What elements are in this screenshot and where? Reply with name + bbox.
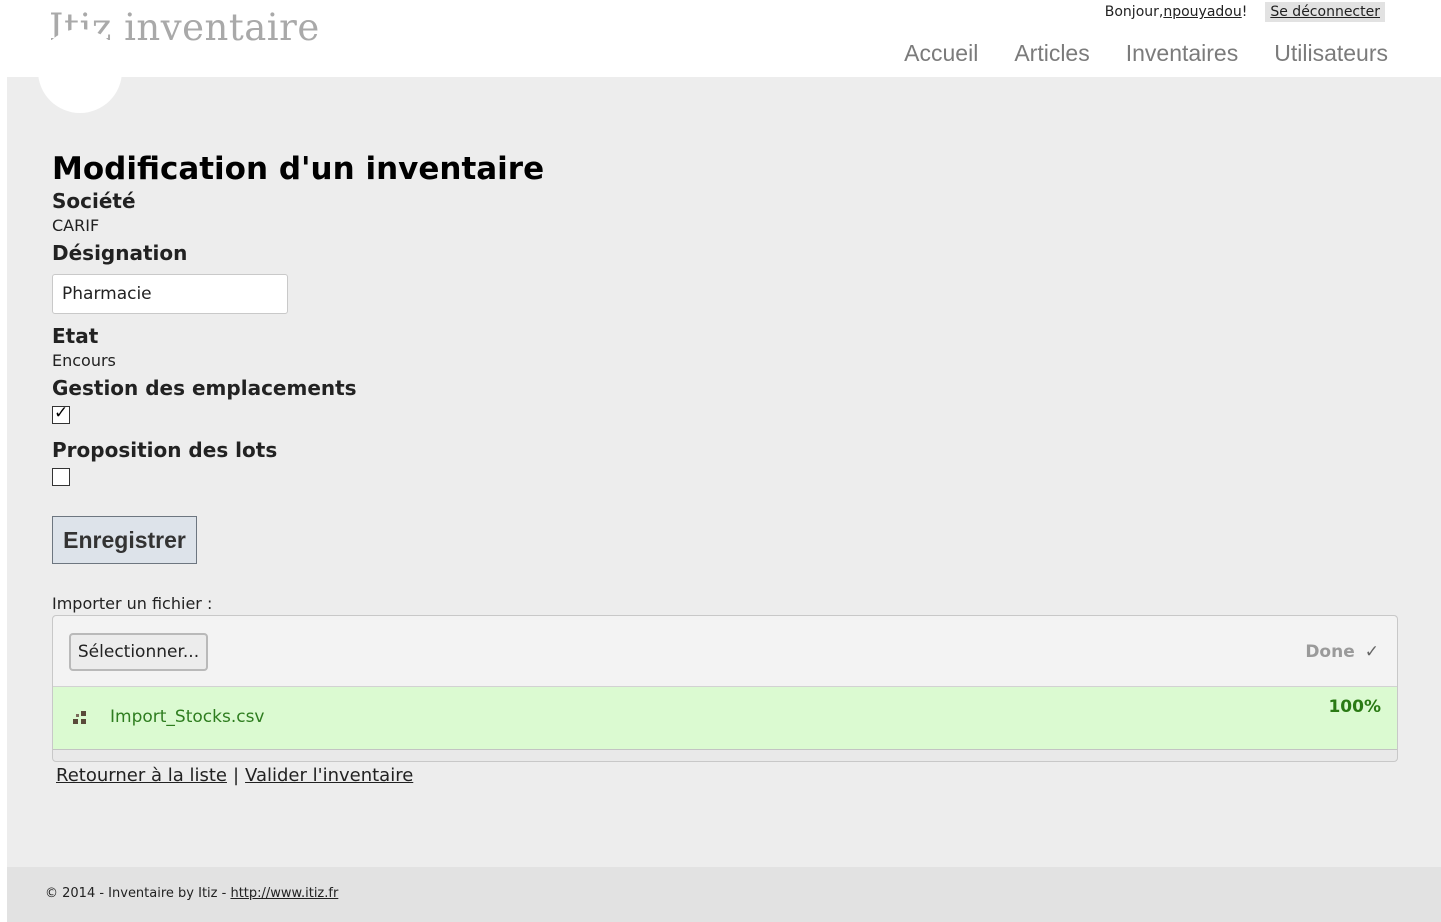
bottom-links: Retourner à la liste | Valider l'inventair… — [56, 765, 1402, 786]
main-nav: Accueil Articles Inventaires Utilisateur… — [904, 40, 1388, 67]
file-upload-widget: Sélectionner... Done ✓ Import_Stocks.csv … — [52, 615, 1398, 762]
emplacements-checkbox[interactable]: ✓ — [52, 403, 70, 424]
back-to-list-link[interactable]: Retourner à la liste — [56, 765, 227, 786]
greeting-suffix: ! — [1241, 4, 1248, 20]
greeting-text: Bonjour, — [1104, 4, 1164, 20]
edit-form: Modification d'un inventaire Société CAR… — [52, 151, 1402, 786]
check-icon: ✓ — [1364, 642, 1379, 662]
file-status-icon — [73, 711, 86, 724]
designation-label: Désignation — [52, 241, 188, 265]
upload-status-text: Done — [1305, 642, 1355, 662]
emplacements-label: Gestion des emplacements — [52, 376, 357, 400]
import-label: Importer un fichier : — [52, 594, 213, 613]
lots-label: Proposition des lots — [52, 438, 278, 462]
designation-input[interactable] — [52, 274, 288, 314]
societe-label: Société — [52, 189, 136, 213]
select-file-button[interactable]: Sélectionner... — [69, 633, 208, 671]
lots-checkbox[interactable] — [52, 468, 70, 486]
upload-progress-percent: 100% — [1328, 697, 1381, 717]
footer-link[interactable]: http://www.itiz.fr — [230, 886, 338, 901]
save-button[interactable]: Enregistrer — [52, 516, 197, 564]
logout-button[interactable]: Se déconnecter — [1265, 2, 1385, 22]
page-title: Modification d'un inventaire — [52, 151, 545, 187]
main-content: Modification d'un inventaire Société CAR… — [7, 29, 1441, 867]
username-link[interactable]: npouyadou — [1163, 4, 1241, 20]
etat-value: Encours — [52, 351, 116, 370]
file-name: Import_Stocks.csv — [110, 707, 265, 727]
decorative-circle — [38, 29, 122, 113]
copyright-text: © 2014 - Inventaire by Itiz - — [45, 886, 231, 901]
uploaded-file-row: Import_Stocks.csv 100% — [53, 687, 1397, 750]
nav-inventaires[interactable]: Inventaires — [1126, 40, 1239, 67]
upload-toolbar: Sélectionner... Done ✓ — [53, 616, 1397, 687]
nav-accueil[interactable]: Accueil — [904, 40, 978, 67]
upload-status: Done ✓ — [1305, 642, 1379, 662]
checkmark-icon: ✓ — [54, 403, 69, 423]
header: Itiz inventaire Bonjour, npouyadou! Se d… — [0, 0, 1441, 77]
login-area: Bonjour, npouyadou! Se déconnecter — [1105, 2, 1385, 22]
validate-inventory-link[interactable]: Valider l'inventaire — [245, 765, 413, 786]
footer-text: © 2014 - Inventaire by Itiz - http://www… — [45, 886, 338, 901]
footer: © 2014 - Inventaire by Itiz - http://www… — [7, 867, 1441, 922]
link-separator: | — [232, 765, 240, 786]
societe-value: CARIF — [52, 216, 100, 235]
nav-utilisateurs[interactable]: Utilisateurs — [1274, 40, 1388, 67]
etat-label: Etat — [52, 324, 99, 348]
nav-articles[interactable]: Articles — [1014, 40, 1089, 67]
